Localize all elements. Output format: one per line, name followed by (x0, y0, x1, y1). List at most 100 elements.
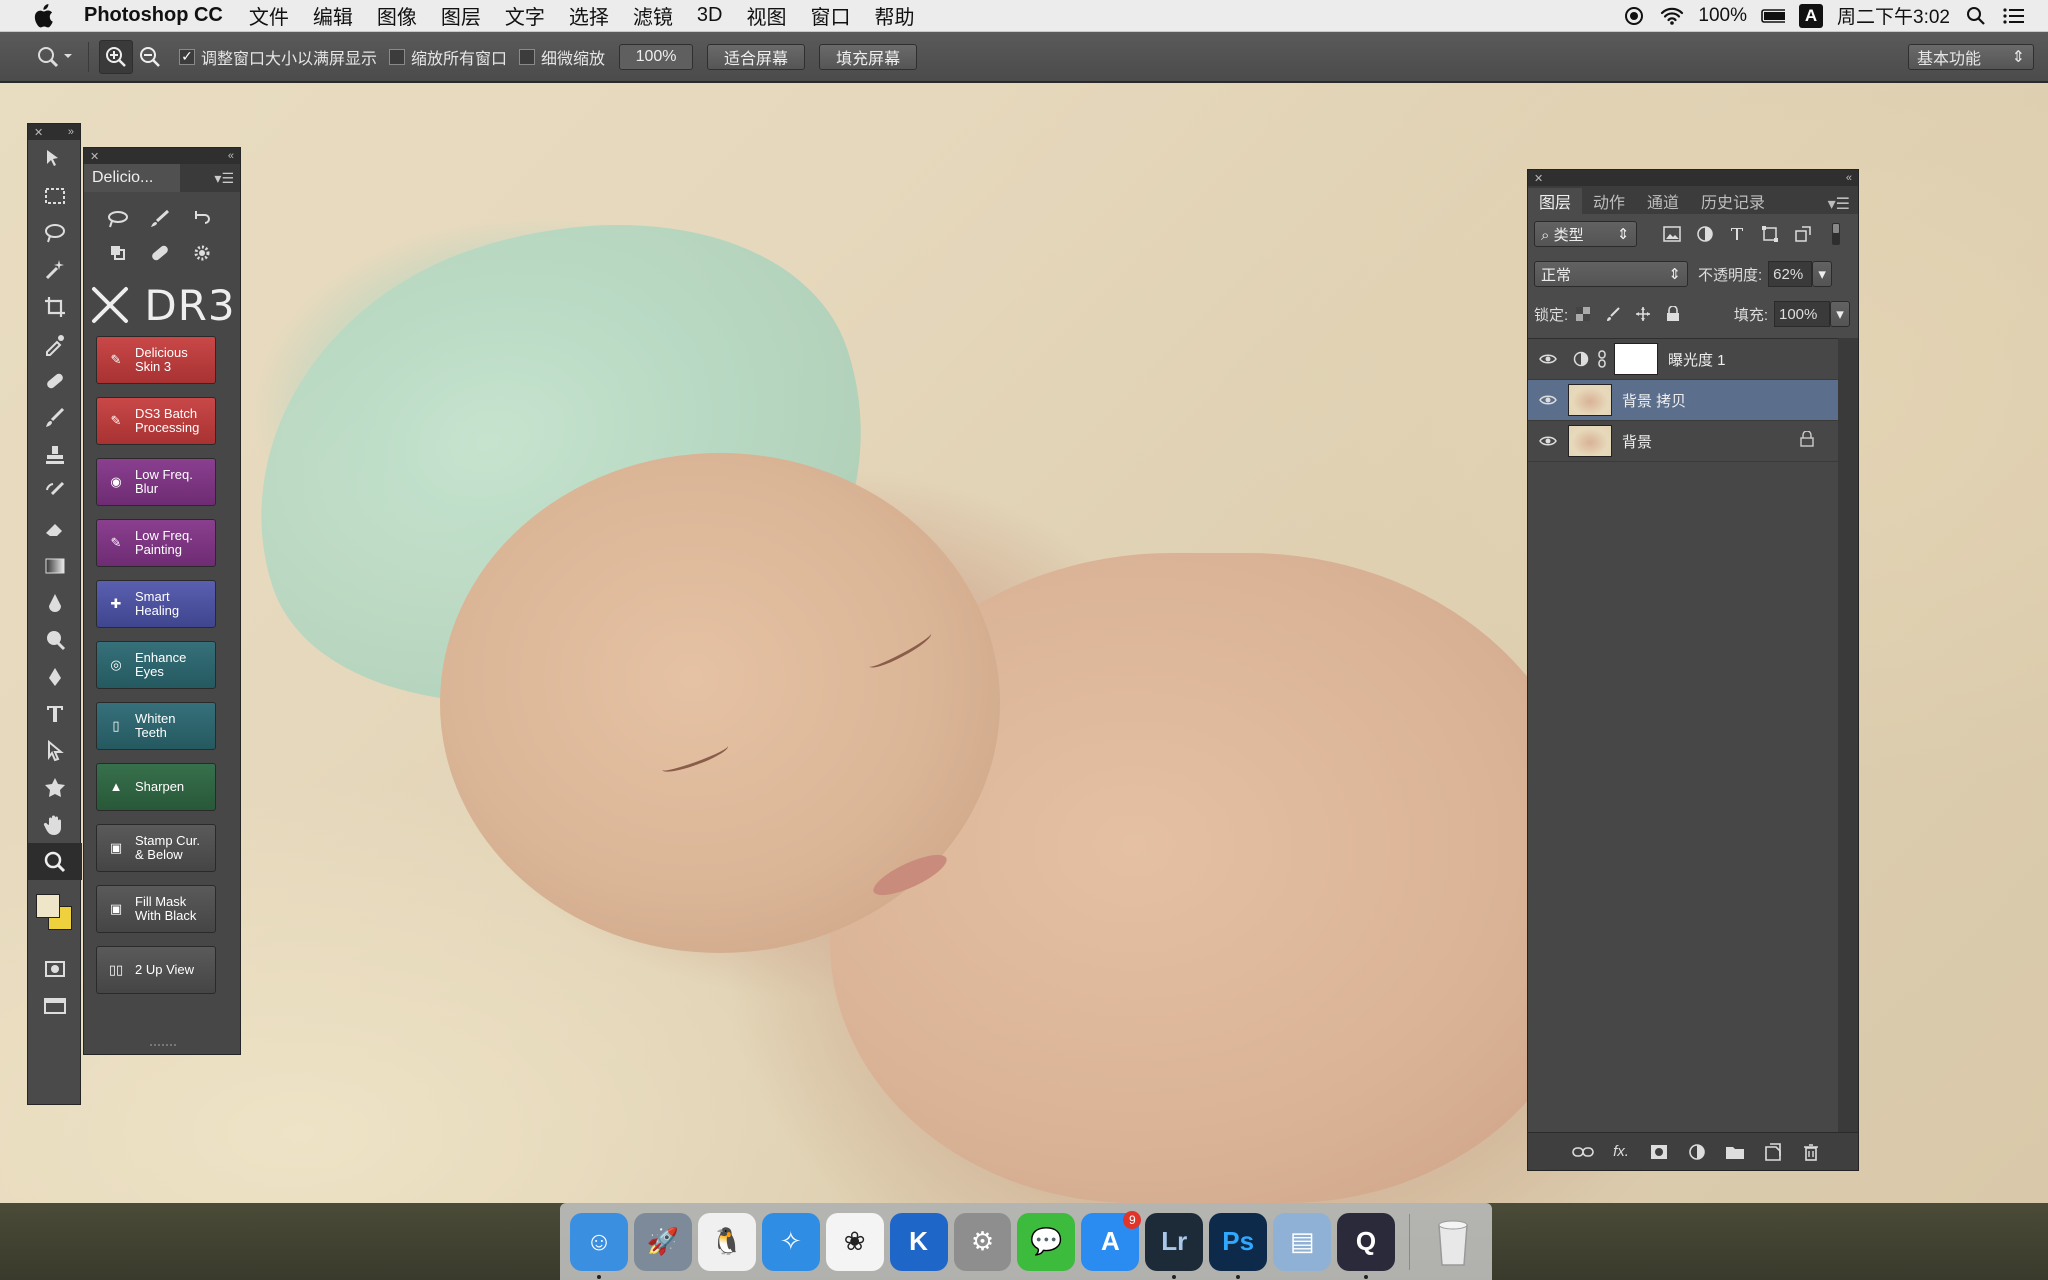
quick-selection-tool-icon[interactable] (28, 251, 82, 288)
eyedropper-tool-icon[interactable] (28, 325, 82, 362)
zoom-100-button[interactable]: 100% (619, 43, 694, 70)
lock-transparent-icon[interactable] (1568, 301, 1598, 327)
delicious-action-button[interactable]: ▯ Whiten Teeth (96, 702, 216, 750)
new-adjustment-layer-icon[interactable] (1684, 1139, 1710, 1165)
panel-header[interactable]: ✕» (28, 124, 80, 140)
panel-menu-icon[interactable]: ▾☰ (214, 170, 240, 187)
dock-app-lightroom-icon[interactable]: Lr (1145, 1212, 1204, 1279)
delicious-action-button[interactable]: ◉ Low Freq. Blur (96, 458, 216, 506)
rotate-icon[interactable] (182, 204, 222, 234)
clone-stamp-tool-icon[interactable] (28, 436, 82, 473)
marquee-tool-icon[interactable] (28, 177, 82, 214)
opacity-slider-toggle[interactable]: ▾ (1812, 261, 1833, 287)
panel-header[interactable]: ✕ « (84, 148, 240, 164)
menu-file[interactable]: 文件 (237, 1, 301, 30)
filter-pixel-icon[interactable] (1656, 221, 1689, 247)
delicious-action-button[interactable]: ✎ Delicious Skin 3 (96, 336, 216, 384)
zoom-out-icon[interactable] (133, 40, 167, 74)
resize-grip[interactable] (150, 1044, 176, 1050)
healing-brush-tool-icon[interactable] (28, 362, 82, 399)
delicious-action-button[interactable]: ▲ Sharpen (96, 763, 216, 811)
apple-menu-icon[interactable] (30, 3, 56, 29)
pen-tool-icon[interactable] (28, 658, 82, 695)
dock-app-launchpad-icon[interactable]: 🚀 (633, 1212, 692, 1271)
menu-select[interactable]: 选择 (557, 1, 621, 30)
delicious-action-button[interactable]: ▣ Stamp Cur. & Below (96, 824, 216, 872)
new-layer-icon[interactable] (1760, 1139, 1786, 1165)
add-mask-icon[interactable] (1646, 1139, 1672, 1165)
screen-mode-icon[interactable] (28, 987, 82, 1024)
delicious-action-button[interactable]: ✚ Smart Healing (96, 580, 216, 628)
filter-smart-object-icon[interactable] (1787, 221, 1820, 247)
color-swatches[interactable] (28, 880, 80, 950)
layer-thumbnail[interactable] (1568, 384, 1612, 416)
dock-app-preview-icon[interactable]: ▤ (1273, 1212, 1332, 1271)
collapse-icon[interactable]: « (1846, 172, 1852, 184)
move-tool-icon[interactable] (28, 140, 82, 177)
delicious-action-button[interactable]: ✎ DS3 Batch Processing (96, 397, 216, 445)
gradient-tool-icon[interactable] (28, 547, 82, 584)
settings-gear-icon[interactable] (182, 238, 222, 268)
zoom-tool-icon[interactable] (28, 843, 82, 880)
input-method-indicator[interactable]: A (1799, 3, 1824, 28)
visibility-eye-icon[interactable] (1528, 353, 1568, 365)
delicious-action-button[interactable]: ◎ Enhance Eyes (96, 641, 216, 689)
close-icon[interactable]: ✕ (1534, 172, 1543, 185)
notification-center-icon[interactable] (2002, 4, 2026, 28)
resize-windows-checkbox[interactable]: ✓ 调整窗口大小以满屏显示 (179, 45, 377, 69)
dock-app-photos-icon[interactable]: ❀ (825, 1212, 884, 1271)
dock-app-app-store-icon[interactable]: A9 (1081, 1210, 1142, 1271)
collapse-icon[interactable]: » (68, 126, 74, 138)
dock-app-wechat-icon[interactable]: 💬 (1017, 1212, 1076, 1271)
tab-layers[interactable]: 图层 (1528, 188, 1583, 214)
lasso-icon[interactable] (98, 204, 138, 234)
layer-thumbnail[interactable] (1568, 425, 1612, 457)
filter-type-icon[interactable] (1721, 221, 1754, 247)
close-icon[interactable]: ✕ (90, 150, 99, 163)
lock-position-icon[interactable] (1628, 301, 1658, 327)
fill-screen-button[interactable]: 填充屏幕 (819, 43, 918, 70)
dock-app-kuaibo-icon[interactable]: K (889, 1212, 948, 1271)
dock-app-system-preferences-icon[interactable]: ⚙ (953, 1212, 1012, 1271)
filter-kind-dropdown[interactable]: ⌕ 类型 ⇕ (1534, 221, 1637, 247)
menu-view[interactable]: 视图 (734, 1, 798, 30)
scrubby-zoom-checkbox[interactable]: 细微缩放 (519, 45, 605, 69)
path-selection-tool-icon[interactable] (28, 732, 82, 769)
mask-link-icon[interactable] (1594, 350, 1610, 368)
menu-filter[interactable]: 滤镜 (621, 1, 685, 30)
menu-window[interactable]: 窗口 (798, 1, 862, 30)
eraser-tool-icon[interactable] (28, 510, 82, 547)
bandage-icon[interactable] (140, 238, 180, 268)
screen-record-icon[interactable] (1622, 4, 1646, 28)
layer-name[interactable]: 曝光度 1 (1668, 349, 1726, 370)
collapse-icon[interactable]: « (228, 150, 234, 162)
spotlight-search-icon[interactable] (1964, 4, 1988, 28)
shape-tool-icon[interactable] (28, 769, 82, 806)
delicious-action-button[interactable]: ▯▯ 2 Up View (96, 946, 216, 994)
close-icon[interactable]: ✕ (34, 126, 43, 139)
dock-app-finder-icon[interactable]: ☺ (570, 1212, 628, 1279)
layer-row[interactable]: 曝光度 1 (1528, 339, 1838, 380)
dock-app-quicktime-icon[interactable]: Q (1337, 1212, 1395, 1279)
layers-scrollbar[interactable] (1838, 338, 1858, 1132)
delicious-action-button[interactable]: ▣ Fill Mask With Black (96, 885, 216, 933)
tool-preset-picker[interactable] (34, 40, 78, 74)
tab-history[interactable]: 历史记录 (1690, 188, 1776, 214)
layer-row[interactable]: 背景 拷贝 (1528, 380, 1838, 421)
crop-tool-icon[interactable] (28, 288, 82, 325)
link-layers-icon[interactable] (1570, 1139, 1596, 1165)
history-brush-tool-icon[interactable] (28, 473, 82, 510)
menu-3d[interactable]: 3D (685, 4, 735, 27)
lock-all-icon[interactable] (1658, 301, 1688, 327)
layer-row[interactable]: 背景 (1528, 421, 1838, 462)
dock-app-photoshop-icon[interactable]: Ps (1209, 1212, 1268, 1279)
dock-trash-icon[interactable] (1424, 1213, 1482, 1271)
tab-delicious[interactable]: Delicio... (84, 164, 180, 192)
brush-tool-icon[interactable] (28, 399, 82, 436)
panel-menu-icon[interactable]: ▾☰ (1828, 194, 1858, 214)
lasso-tool-icon[interactable] (28, 214, 82, 251)
visibility-eye-icon[interactable] (1528, 394, 1568, 406)
delicious-action-button[interactable]: ✎ Low Freq. Painting (96, 519, 216, 567)
fill-slider-toggle[interactable]: ▾ (1830, 301, 1850, 327)
dock-app-safari-icon[interactable]: ✧ (761, 1212, 820, 1271)
